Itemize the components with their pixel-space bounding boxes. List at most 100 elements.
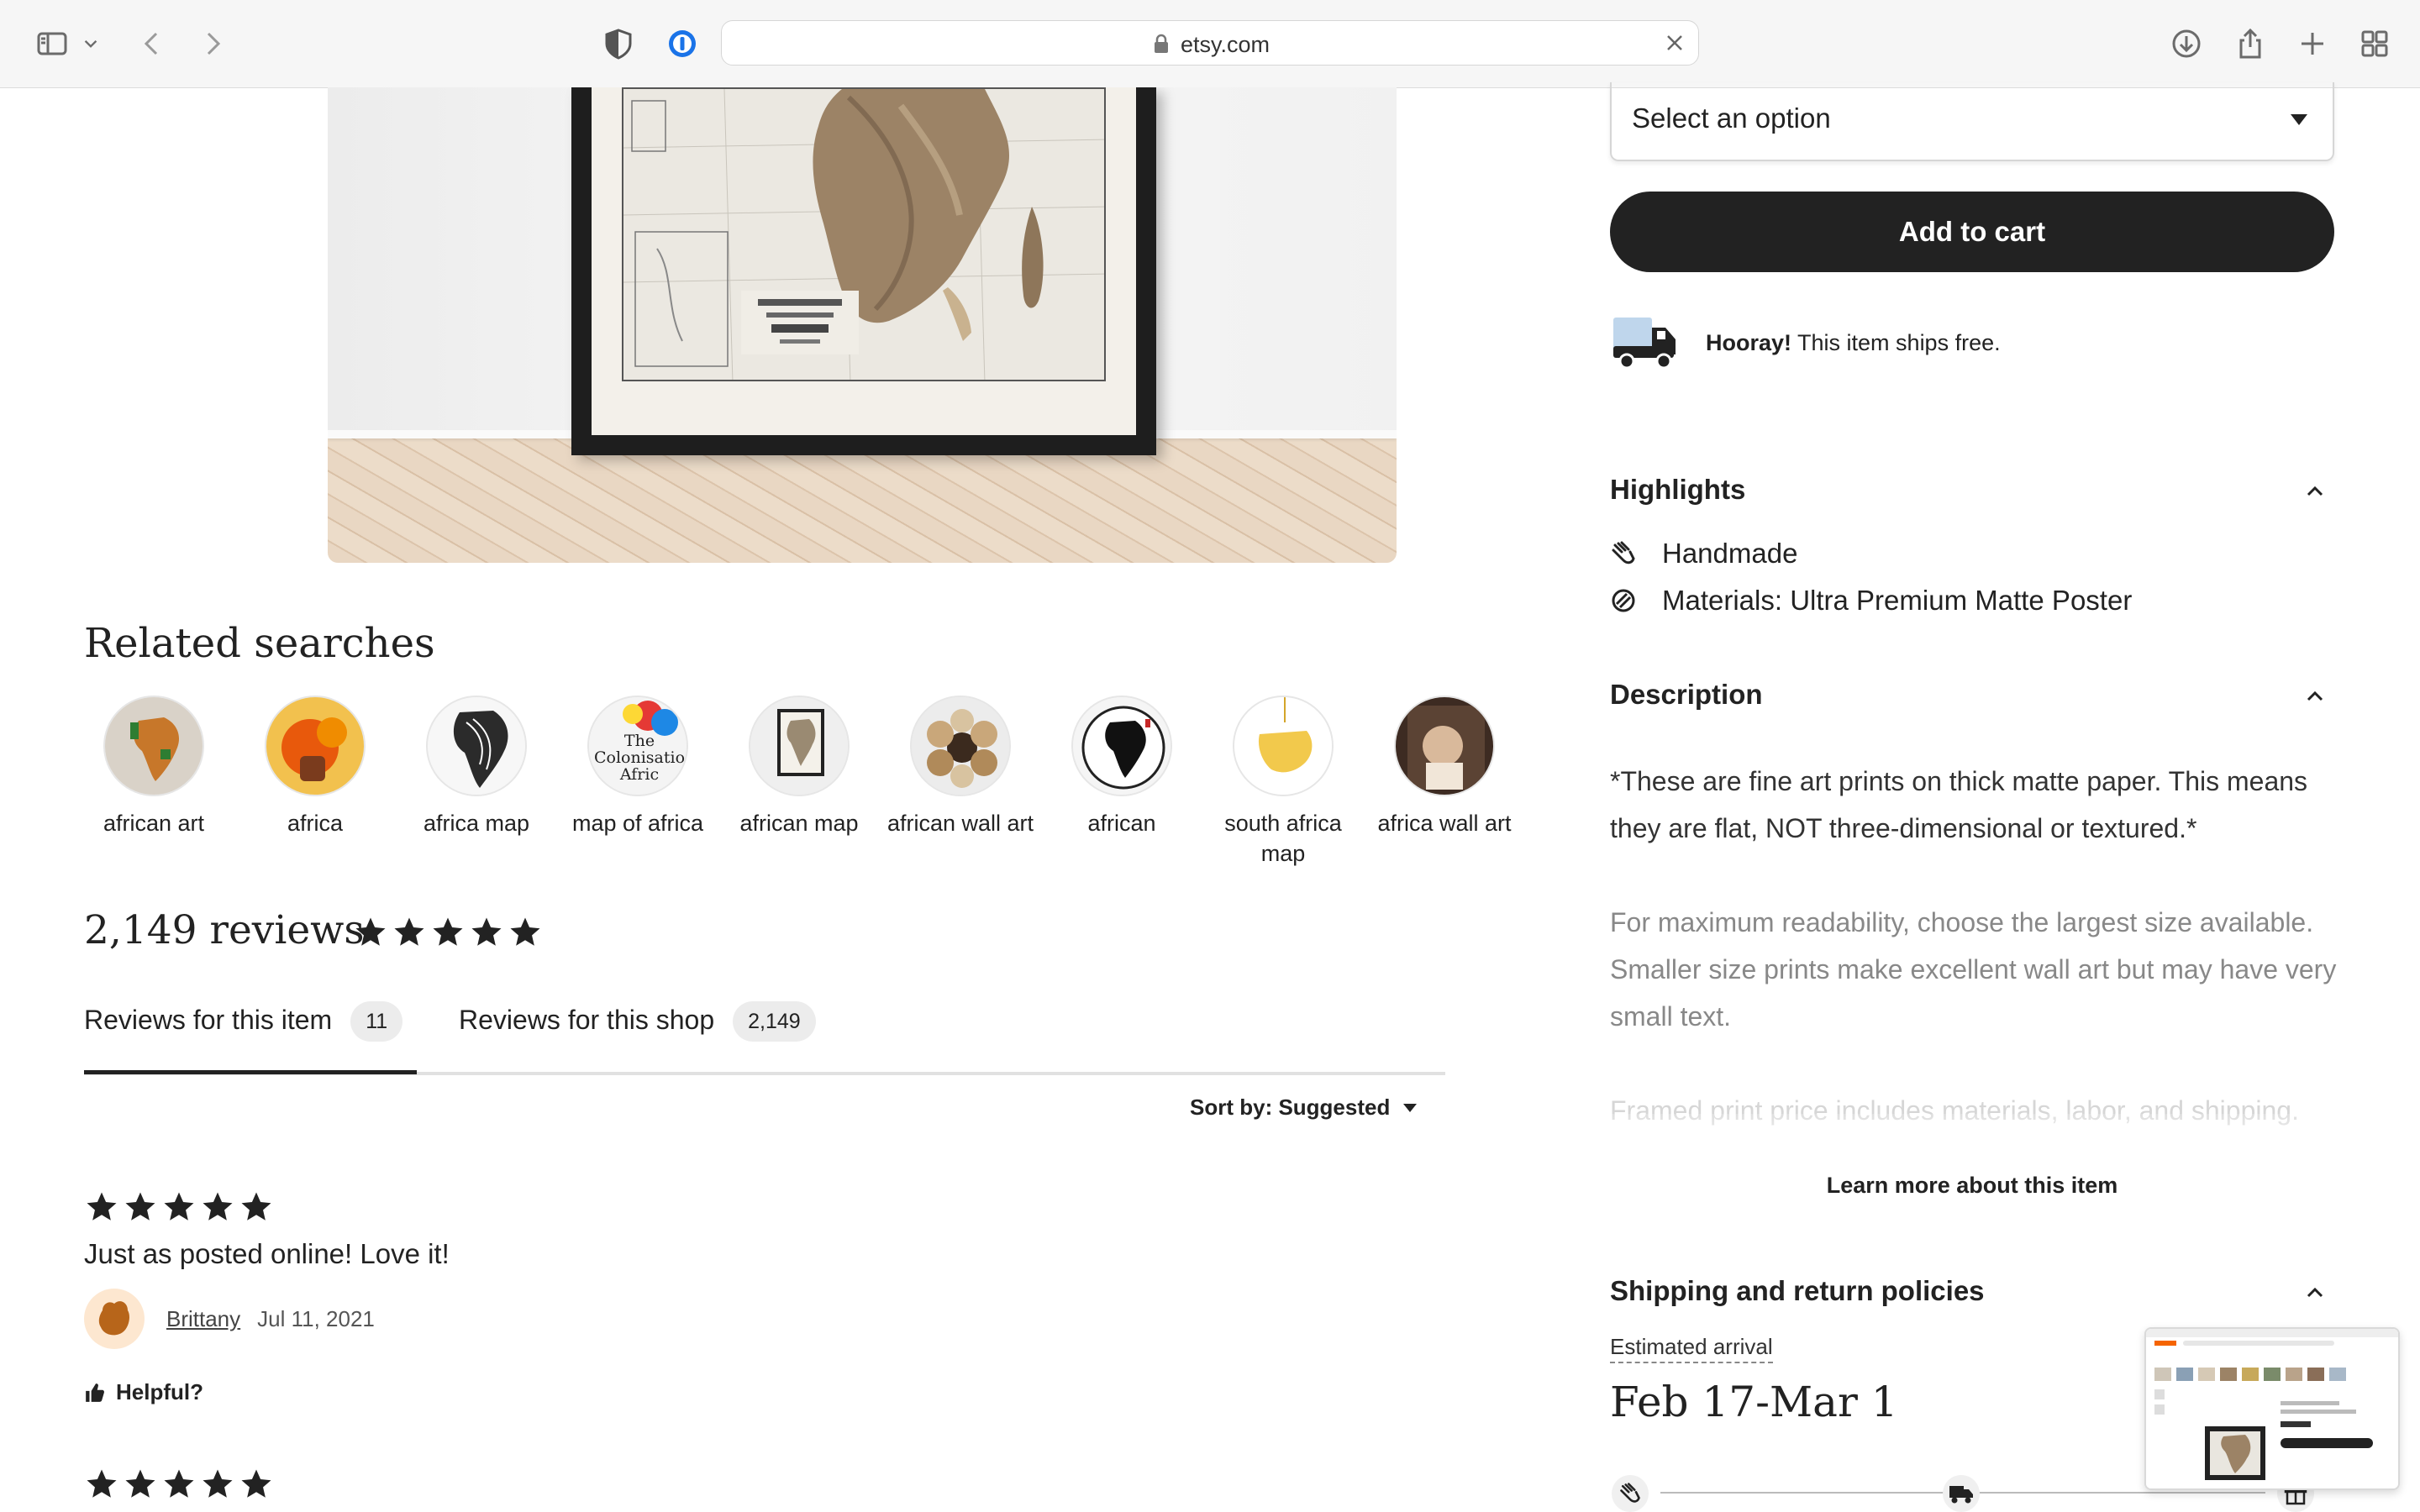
variation-select[interactable]: Select an option	[1610, 82, 2334, 161]
close-icon[interactable]	[1661, 29, 1688, 56]
free-shipping-detail: This item ships free.	[1791, 329, 2001, 355]
tab-count-badge: 11	[350, 1001, 403, 1042]
delivery-truck-icon	[1613, 318, 1676, 370]
free-shipping-notice: Hooray! This item ships free.	[1610, 312, 2001, 373]
review-date: Jul 11, 2021	[257, 1305, 375, 1331]
related-search-image-text: The Colonisatio Afric	[594, 732, 686, 784]
chevron-up-icon[interactable]	[2306, 687, 2324, 706]
shipping-policies-heading[interactable]: Shipping and return policies	[1610, 1275, 1985, 1307]
related-search-label: africa wall art	[1377, 811, 1512, 836]
related-search-thumbnail	[1394, 696, 1495, 796]
hand-icon	[1612, 541, 1635, 564]
star-icon	[164, 1192, 194, 1221]
star-icon	[164, 1469, 194, 1498]
star-icon	[471, 917, 502, 946]
related-search-item[interactable]: african	[1042, 696, 1202, 838]
page-thumbnail-preview[interactable]	[2144, 1327, 2400, 1490]
page-thumbnail-image	[2146, 1329, 2398, 1488]
tab-reviews-for-item[interactable]: Reviews for this item 11	[84, 1001, 403, 1072]
related-search-label: map of africa	[571, 811, 704, 836]
tab-label: Reviews for this item	[84, 1005, 333, 1035]
sidebar-toggle-icon[interactable]	[32, 24, 72, 64]
star-icon	[87, 1192, 117, 1221]
highlight-item: Handmade	[1610, 538, 1797, 570]
materials-icon	[1612, 589, 1635, 612]
related-search-item[interactable]: africa map	[397, 696, 556, 838]
reviewer-name-link[interactable]: Brittany	[166, 1306, 240, 1332]
description-paragraph: *These are fine art prints on thick matt…	[1610, 766, 2308, 843]
star-icon	[433, 917, 463, 946]
free-shipping-bold: Hooray!	[1706, 329, 1792, 355]
description-paragraph: For maximum readability, choose the larg…	[1610, 907, 2337, 1032]
africa-map-print	[622, 87, 1106, 381]
related-search-thumbnail	[1233, 696, 1334, 796]
helpful-button[interactable]: Helpful?	[84, 1379, 840, 1405]
review-meta: Brittany Jul 11, 2021	[84, 1289, 840, 1349]
related-search-item[interactable]: african art	[74, 696, 234, 838]
related-search-thumbnail	[426, 696, 527, 796]
estimated-arrival-label[interactable]: Estimated arrival	[1610, 1334, 1773, 1363]
related-search-item[interactable]: africa wall art	[1365, 696, 1524, 838]
related-search-label: african wall art	[886, 811, 1034, 836]
star-icon	[510, 917, 540, 946]
chevron-up-icon[interactable]	[2306, 482, 2324, 501]
africa-relief-map-illustration	[623, 89, 1104, 380]
related-search-thumbnail	[103, 696, 204, 796]
shield-icon[interactable]	[598, 24, 639, 64]
related-search-label: african map	[739, 811, 859, 836]
tab-reviews-for-shop[interactable]: Reviews for this shop 2,149	[459, 1001, 816, 1072]
product-image[interactable]	[328, 87, 1397, 563]
related-search-item[interactable]: african map	[719, 696, 879, 838]
chevron-down-icon[interactable]	[77, 24, 104, 64]
related-search-item[interactable]: The Colonisatio Afric map of africa	[558, 696, 718, 838]
review-stars	[84, 1467, 274, 1502]
reviews-count: 2,149 reviews	[84, 907, 365, 953]
share-icon[interactable]	[2230, 24, 2270, 64]
related-search-item[interactable]: africa	[235, 696, 395, 838]
chevron-up-icon[interactable]	[2306, 1284, 2324, 1302]
related-search-label: south africa map	[1224, 811, 1342, 866]
description-heading[interactable]: Description	[1610, 679, 1763, 711]
free-shipping-text: Hooray! This item ships free.	[1706, 330, 2001, 356]
password-manager-icon[interactable]	[662, 24, 702, 64]
helpful-label: Helpful?	[116, 1379, 203, 1404]
caret-down-icon	[2291, 114, 2307, 125]
back-arrow-icon[interactable]	[133, 24, 173, 64]
star-icon	[394, 917, 424, 946]
related-search-label: african art	[103, 811, 205, 836]
wood-floor	[328, 437, 1397, 563]
star-icon	[203, 1469, 233, 1498]
lock-icon	[1155, 34, 1168, 53]
add-to-cart-button[interactable]: Add to cart	[1610, 192, 2334, 272]
highlights-heading[interactable]: Highlights	[1610, 474, 1745, 506]
review-card: Just as posted online! Love it! Brittany…	[84, 1189, 840, 1405]
tab-label: Reviews for this shop	[459, 1005, 715, 1035]
related-search-item[interactable]: african wall art	[881, 696, 1040, 838]
forward-arrow-icon[interactable]	[192, 24, 232, 64]
new-tab-icon[interactable]	[2292, 24, 2333, 64]
highlight-label: Materials: Ultra Premium Matte Poster	[1662, 585, 2133, 616]
review-card	[84, 1467, 274, 1502]
related-search-thumbnail	[1071, 696, 1172, 796]
avatar[interactable]	[84, 1289, 145, 1349]
related-search-label: africa	[287, 811, 344, 836]
caret-down-icon	[1403, 1103, 1418, 1112]
browser-toolbar: etsy.com	[0, 0, 2420, 88]
star-icon	[203, 1192, 233, 1221]
download-icon[interactable]	[2166, 24, 2207, 64]
sort-dropdown[interactable]: Sort by: Suggested	[1190, 1095, 1418, 1121]
sort-label: Sort by: Suggested	[1190, 1095, 1391, 1120]
learn-more-button[interactable]: Learn more about this item	[1610, 1173, 2334, 1199]
tab-overview-icon[interactable]	[2354, 24, 2395, 64]
url-text: etsy.com	[1181, 32, 1270, 57]
related-search-label: africa map	[423, 811, 530, 836]
address-bar[interactable]: etsy.com	[721, 20, 1699, 66]
star-icon	[355, 917, 386, 946]
highlight-item: Materials: Ultra Premium Matte Poster	[1610, 585, 2132, 617]
review-stars	[84, 1189, 840, 1225]
star-icon	[125, 1192, 155, 1221]
related-search-item[interactable]: south africa map	[1203, 696, 1363, 869]
estimated-arrival-date: Feb 17-Mar 1	[1610, 1378, 1898, 1426]
related-search-thumbnail	[910, 696, 1011, 796]
shipped-truck-icon	[1943, 1475, 1980, 1512]
